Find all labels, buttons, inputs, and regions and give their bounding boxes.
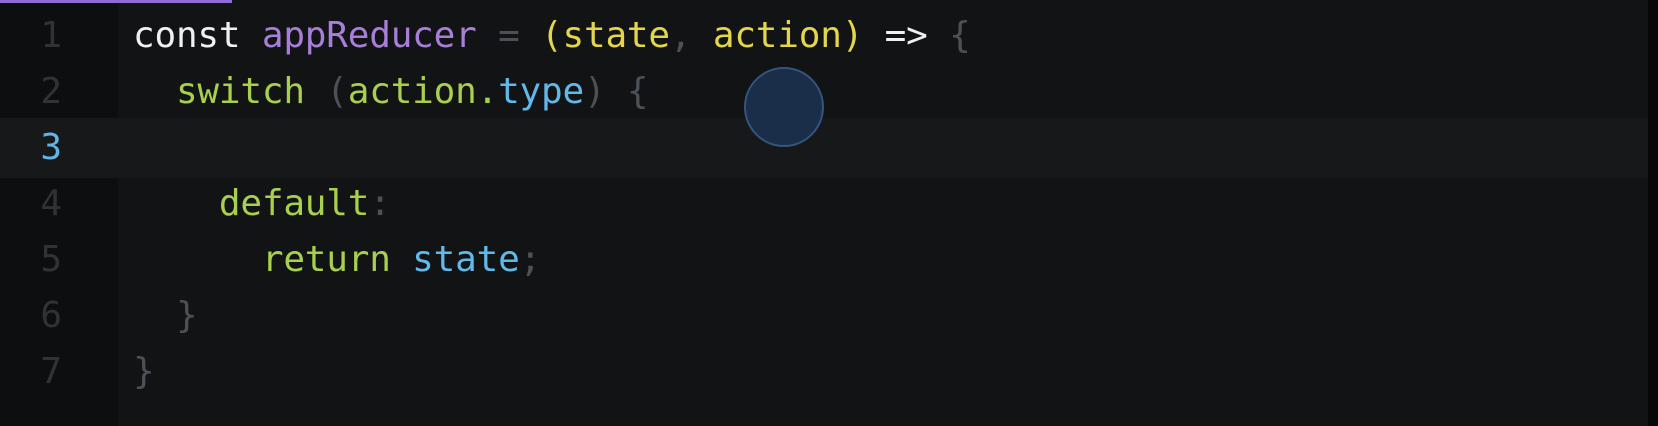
line-number: 6 — [40, 295, 62, 336]
default-keyword: default — [218, 183, 370, 224]
open-paren: ( — [541, 15, 563, 56]
comma: , — [669, 15, 713, 56]
line-number: 1 — [40, 15, 62, 56]
line-number: 3 — [40, 127, 62, 168]
code-text[interactable]: const appReducer = (state, action) => { — [133, 6, 971, 66]
code-line-3[interactable]: 3 — [0, 118, 1648, 178]
code-line-2[interactable]: 2 switch (action.type) { — [0, 62, 1648, 122]
code-text[interactable]: } — [133, 342, 155, 402]
assign-operator: = — [476, 15, 542, 56]
semicolon: ; — [519, 239, 542, 280]
code-line-6[interactable]: 6 } — [0, 286, 1648, 346]
line-number: 7 — [40, 351, 62, 392]
close-paren: ) — [841, 15, 864, 56]
close-brace: } — [133, 351, 155, 392]
colon: : — [369, 183, 391, 224]
code-line-4[interactable]: 4 default: — [0, 174, 1648, 234]
open-brace: { — [927, 15, 971, 56]
open-paren: ( — [304, 71, 348, 112]
code-line-5[interactable]: 5 return state; — [0, 230, 1648, 290]
code-text[interactable]: } — [133, 286, 198, 346]
param-action: action — [712, 15, 842, 56]
close-brace: } — [175, 295, 198, 336]
action-object: action. — [347, 71, 499, 112]
param-state: state — [562, 15, 671, 56]
const-keyword: const — [133, 15, 241, 56]
code-text[interactable]: return state; — [133, 230, 541, 290]
line-number: 2 — [40, 71, 62, 112]
state-identifier: state — [412, 239, 520, 280]
code-editor[interactable]: 1 const appReducer = (state, action) => … — [0, 0, 1658, 426]
active-tab-indicator — [0, 0, 232, 3]
line-number: 5 — [40, 239, 62, 280]
type-property: type — [498, 71, 584, 112]
code-text[interactable]: default: — [133, 174, 391, 234]
line-number: 4 — [40, 183, 62, 224]
editor-edge — [1648, 0, 1658, 426]
function-name: appReducer — [261, 15, 477, 56]
close-paren-brace: ) { — [583, 71, 649, 112]
arrow-operator: => — [884, 15, 928, 56]
code-line-1[interactable]: 1 const appReducer = (state, action) => … — [0, 6, 1648, 66]
return-keyword: return — [261, 239, 391, 280]
switch-keyword: switch — [175, 71, 305, 112]
mouse-cursor-highlight — [744, 67, 824, 147]
code-line-7[interactable]: 7 } — [0, 342, 1648, 402]
code-text[interactable]: switch (action.type) { — [133, 62, 649, 122]
